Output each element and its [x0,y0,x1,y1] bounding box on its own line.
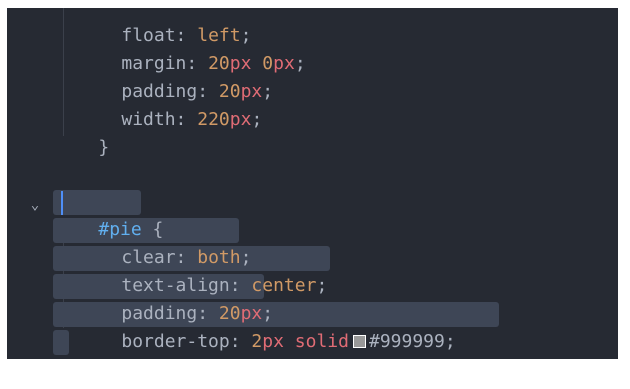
semicolon: ; [316,275,328,296]
closing-brace: } [98,137,110,158]
semicolon: ; [294,53,306,74]
code-line: #pie { [55,188,163,240]
code-line: margin: 20px 0px; [78,22,305,74]
semicolon: ; [251,109,263,130]
unit: px [273,53,295,74]
code-line: } [55,106,109,158]
code-line: width: 220px; [78,78,262,130]
code-line: } [55,328,109,356]
unit: px [229,109,252,130]
unit: px [262,331,284,352]
number: 2 [251,331,263,352]
colon: : [229,331,241,352]
semicolon: ; [444,331,456,352]
code-line: padding: 20px; [78,50,273,102]
colon: : [175,109,187,130]
code-line: border-top: 2px solid #999999; [78,300,455,352]
code-line: text-align: center; [78,244,327,296]
chevron-down-icon[interactable]: ⌄ [27,198,43,212]
color-swatch-icon[interactable] [352,335,366,348]
css-property: width [121,109,176,130]
number: 220 [197,109,230,130]
code-editor[interactable]: ⌄ float: left; margin: 20px 0px; padding… [7,8,618,359]
code-line: padding: 20px; [78,272,273,324]
code-line: clear: both; [78,216,251,268]
css-keyword: solid [294,331,349,352]
color-hex-value: #999999 [368,331,445,352]
code-line: float: left; [78,8,251,46]
semicolon: ; [262,81,274,102]
css-property: border-top [121,331,230,352]
